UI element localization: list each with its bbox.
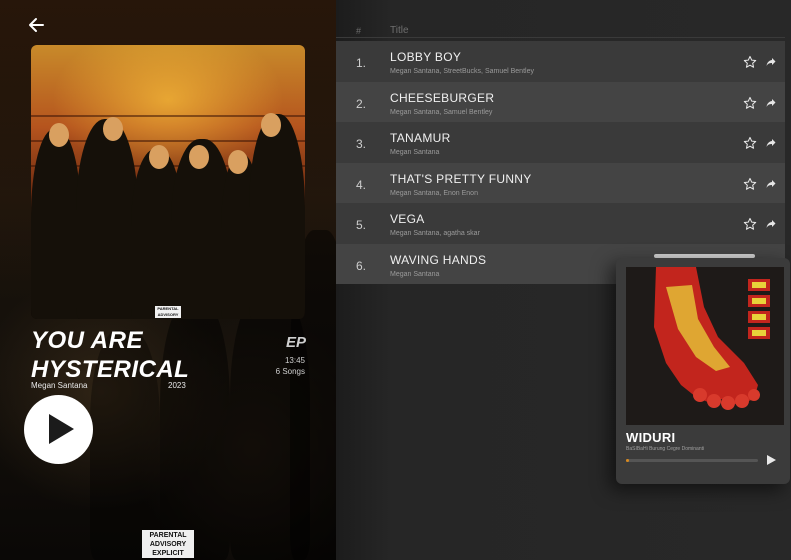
album-duration: 13:45 [284,356,305,365]
track-row[interactable]: 4. THAT'S PRETTY FUNNY Megan Santana, En… [336,162,785,203]
star-outline-icon[interactable] [743,55,757,69]
album-song-count: 6 Songs [275,367,305,376]
band-face [149,145,169,169]
album-cover: PARENTAL ADVISORY [31,45,305,319]
track-artists: Megan Santana, Samuel Bentley [390,108,493,116]
band-face [261,113,281,137]
track-title: VEGA [390,212,425,226]
track-number: 3. [356,137,367,151]
album-title: YOU ARE HYSTERICAL [31,327,190,383]
band-face [228,150,248,174]
track-row[interactable]: 5. VEGA Megan Santana, agatha skar [336,203,785,244]
track-artists: Megan Santana, agatha skar [390,230,480,237]
track-artists: Megan Santana, StreetBucks, Samuel Bentl… [390,68,534,75]
track-number: 6. [356,258,367,273]
track-number: 2. [356,96,367,111]
play-button[interactable] [24,395,93,464]
share-arrow-icon[interactable] [765,97,777,109]
track-row[interactable]: 1. LOBBY BOY Megan Santana, StreetBucks,… [336,41,785,82]
progress-bar[interactable] [626,459,758,462]
now-playing-artists: BaSIBaHi Burung Cegre Dominanti [626,446,705,452]
progress-fill [626,459,629,462]
header-title: Title [390,25,409,36]
share-arrow-icon[interactable] [765,137,777,149]
now-playing-title: WIDURI [626,430,676,445]
band-face [49,123,69,147]
album-panel: PARENTAL ADVISORY YOU ARE HYSTERICAL Meg… [0,0,336,560]
track-row[interactable]: 2. CHEESEBURGER Megan Santana, Samuel Be… [336,81,785,122]
star-outline-icon[interactable] [743,217,757,231]
parental-advisory-label: PARENTAL ADVISORY [155,306,181,318]
band-member [249,114,305,319]
share-arrow-icon[interactable] [765,56,777,68]
track-title: CHEESEBURGER [390,90,495,105]
track-title: TANAMUR [390,131,451,145]
track-artists: Megan Santana, Enon Enon [390,189,478,197]
band-face [189,145,209,169]
arrow-left-icon[interactable] [26,14,46,36]
track-title: THAT'S PRETTY FUNNY [390,171,532,186]
album-type: EP [285,334,306,351]
album-year: 2023 [168,381,186,390]
parental-advisory-label: PARENTAL ADVISORY EXPLICIT CONTENT [142,530,194,560]
star-outline-icon[interactable] [743,136,757,150]
track-rows: 1. LOBBY BOY Megan Santana, StreetBucks,… [336,41,785,284]
foot-artwork [626,267,784,425]
share-arrow-icon[interactable] [765,178,777,190]
header-number: # [356,26,362,36]
album-artist[interactable]: Megan Santana [31,381,88,390]
track-number: 5. [356,218,367,232]
track-number: 1. [356,56,367,70]
star-outline-icon[interactable] [743,96,757,110]
track-title: LOBBY BOY [390,50,462,64]
band-member [31,129,81,319]
track-list-header: # Title [336,24,785,38]
star-outline-icon[interactable] [743,177,757,191]
now-playing-cover [626,267,784,425]
track-number: 4. [356,177,367,192]
play-icon[interactable] [767,455,776,465]
play-icon [49,414,74,444]
track-artists: Megan Santana [390,270,440,278]
share-arrow-icon[interactable] [765,218,777,230]
mini-player[interactable]: WIDURI BaSIBaHi Burung Cegre Dominanti [616,258,790,484]
band-member [76,119,138,319]
track-row[interactable]: 3. TANAMUR Megan Santana [336,122,785,163]
track-artists: Megan Santana [390,149,440,156]
band-face [103,117,123,141]
track-title: WAVING HANDS [390,252,487,267]
